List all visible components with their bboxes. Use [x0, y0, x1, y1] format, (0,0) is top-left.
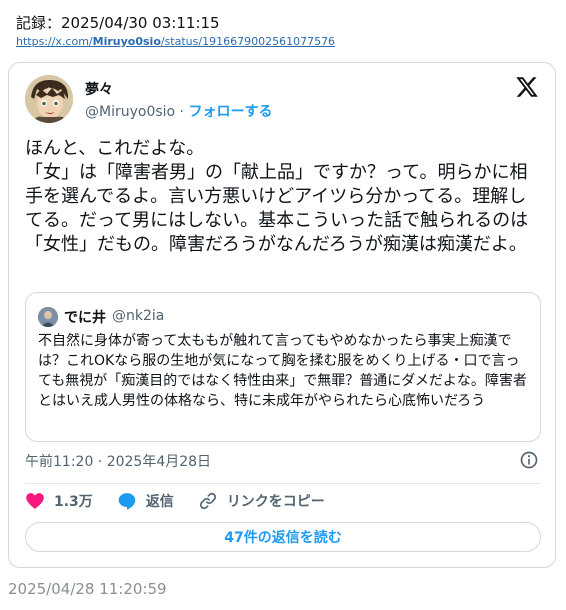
- follow-button[interactable]: フォローする: [188, 104, 272, 120]
- author-handle[interactable]: @Miruyo0sio: [85, 104, 175, 120]
- avatar-image: [25, 75, 73, 123]
- record-header: 記録：2025/04/30 03:11:15: [16, 14, 220, 32]
- tweet-text: ほんと、これだよな。 「女」は「障害者男」の「献上品」ですか？って。明らかに相手…: [25, 138, 529, 255]
- action-bar: 1.3万 返信 リンクをコピー: [25, 491, 349, 511]
- x-logo-icon[interactable]: [515, 75, 539, 99]
- quote-author-handle: @nk2ia: [112, 308, 165, 324]
- author-avatar[interactable]: [25, 75, 73, 123]
- record-footer: 2025/04/28 11:20:59: [8, 580, 167, 598]
- url-suffix: /status/1916679002561077576: [160, 35, 336, 48]
- heart-icon: [26, 493, 44, 509]
- url-user: Miruyo0sio: [92, 35, 161, 48]
- quote-text: 不自然に身体が寄って太ももが触れて言ってもやめなかったら事実上痴漢では？これOK…: [38, 333, 527, 409]
- reply-bubble-icon: [118, 493, 136, 510]
- reply-label: 返信: [145, 494, 174, 510]
- divider: [25, 483, 541, 484]
- tweet-url-link[interactable]: https://x.com/Miruyo0sio/status/19166790…: [16, 35, 335, 48]
- tweet-timestamp[interactable]: 午前11:20 · 2025年4月28日: [25, 451, 211, 471]
- like-button[interactable]: 1.3万: [25, 491, 93, 511]
- quote-author-name: でに井: [64, 310, 106, 326]
- author-name[interactable]: 夢々: [85, 79, 113, 99]
- separator: ·: [175, 104, 189, 120]
- tweet-card: 夢々 @Miruyo0sio · フォローする ほんと、これだよな。 「女」は「…: [8, 62, 556, 568]
- link-icon: [199, 492, 216, 510]
- read-replies-button[interactable]: 47件の返信を読む: [25, 522, 541, 552]
- quote-author-avatar: [38, 307, 58, 327]
- quote-avatar-image: [38, 307, 58, 327]
- url-prefix: https://x.com/: [16, 35, 93, 48]
- like-count: 1.3万: [54, 494, 93, 510]
- copy-link-label: リンクをコピー: [226, 494, 325, 510]
- author-handle-row: @Miruyo0sio · フォローする: [85, 101, 272, 121]
- info-icon[interactable]: [519, 450, 539, 470]
- copy-link-button[interactable]: リンクをコピー: [198, 491, 325, 511]
- reply-button[interactable]: 返信: [117, 491, 174, 511]
- quoted-tweet[interactable]: でに井 @nk2ia 不自然に身体が寄って太ももが触れて言ってもやめなかったら事…: [25, 292, 541, 442]
